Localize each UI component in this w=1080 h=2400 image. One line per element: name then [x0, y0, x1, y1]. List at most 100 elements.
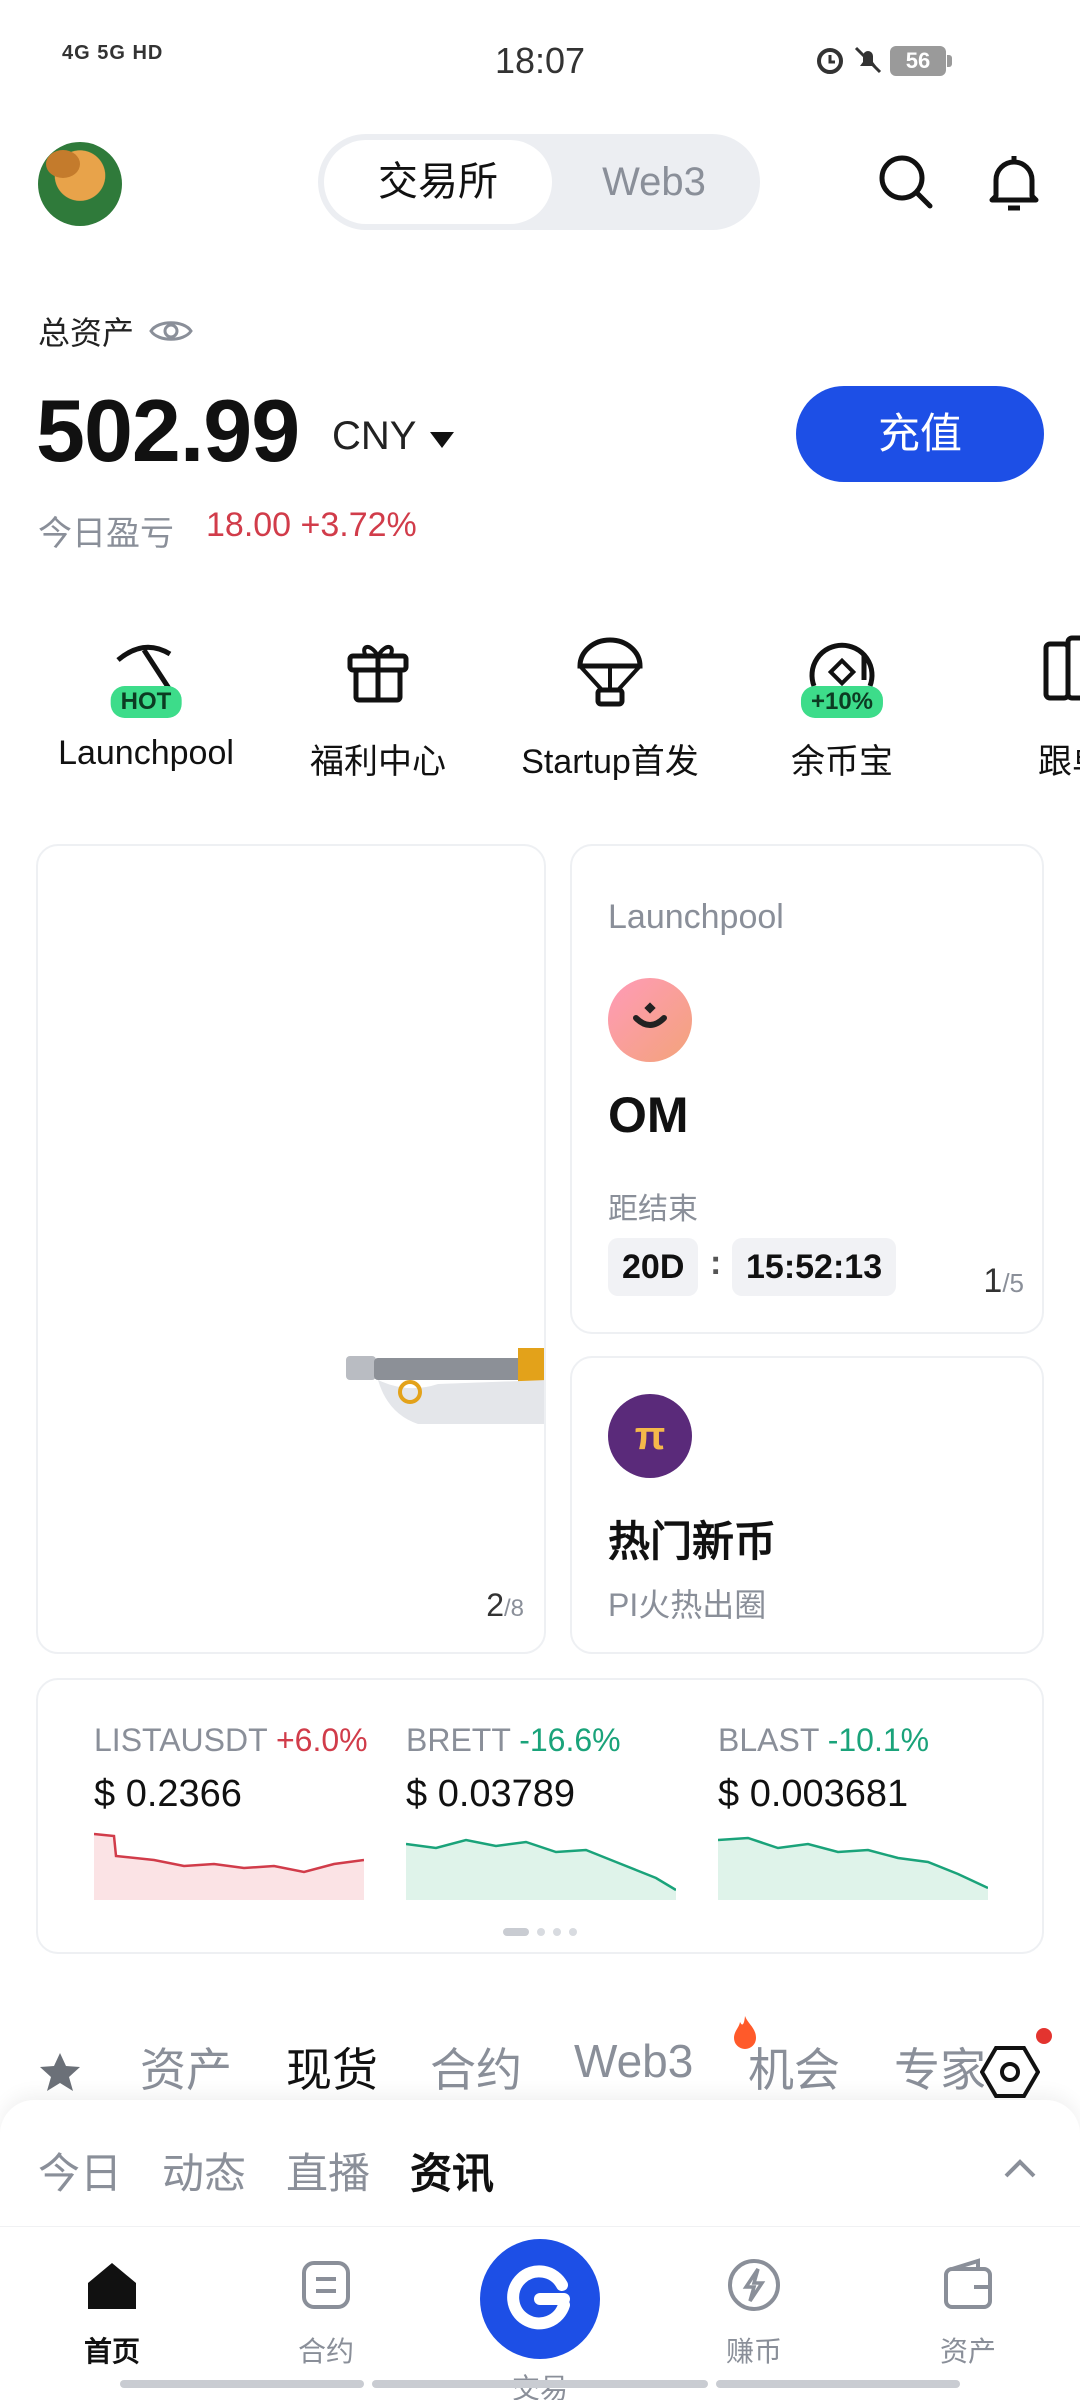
launchpool-card-title: Launchpool: [608, 898, 784, 936]
tab-web3[interactable]: Web3: [554, 140, 754, 224]
shortcut-label: 福利中心: [310, 743, 446, 781]
pi-coin-logo: π: [608, 1394, 692, 1478]
gesture-bar: [372, 2380, 708, 2388]
hot-new-coin-card[interactable]: π 热门新币 PI火热出圈: [570, 1356, 1044, 1654]
hot-badge: HOT: [110, 686, 182, 718]
deposit-button[interactable]: 充值: [796, 386, 1044, 482]
tab-feed[interactable]: 动态: [162, 2140, 246, 2201]
ticker-change: -10.1%: [827, 1722, 930, 1758]
trade-icon: [507, 2265, 570, 2330]
star-icon[interactable]: [38, 2050, 82, 2094]
ticker-carousel[interactable]: LISTAUSDT +6.0% $ 0.2366 BRETT -16.6% $ …: [36, 1678, 1044, 1954]
launchpool-card[interactable]: Launchpool OM 距结束 20D : 15:52:13 1/5: [570, 844, 1044, 1334]
shortcut-label: 余币宝: [791, 743, 893, 781]
nav-label: 合约: [297, 2336, 354, 2367]
shortcut-launchpool[interactable]: HOT Launchpool: [46, 630, 246, 773]
chevron-down-icon[interactable]: [430, 432, 454, 448]
search-icon[interactable]: [874, 150, 938, 214]
nav-contract[interactable]: 合约: [246, 2255, 406, 2370]
ticker-change: -16.6%: [519, 1722, 621, 1758]
apy-badge: +10%: [800, 686, 884, 718]
promo-illustration: [346, 1348, 544, 1424]
settings-icon[interactable]: [980, 2044, 1040, 2100]
banner-pagination: 2/8: [486, 1587, 524, 1623]
shortcut-copy-trade[interactable]: 跟单: [974, 630, 1080, 783]
alarm-icon: [817, 48, 843, 74]
eye-icon[interactable]: [148, 316, 194, 346]
ends-label: 距结束: [608, 1193, 698, 1226]
nav-label: 首页: [83, 2336, 140, 2367]
ticker-item[interactable]: BLAST -10.1% $ 0.003681: [718, 1722, 1008, 1900]
ticker-symbol: LISTAUSDT: [94, 1722, 268, 1758]
currency-selector[interactable]: CNY: [332, 414, 416, 459]
tab-opportunities[interactable]: 机会: [748, 2034, 840, 2100]
gesture-bar: [120, 2380, 364, 2388]
tab-futures[interactable]: 合约: [430, 2034, 522, 2100]
total-assets-label: 总资产: [38, 308, 194, 354]
nav-assets[interactable]: 资产: [888, 2255, 1048, 2370]
tab-assets[interactable]: 资产: [140, 2034, 232, 2100]
tab-experts[interactable]: 专家: [894, 2034, 984, 2100]
nav-earn[interactable]: 赚币: [674, 2255, 834, 2370]
sparkline: [94, 1832, 364, 1900]
shortcut-savings[interactable]: +10% 余币宝: [742, 630, 942, 783]
trade-fab[interactable]: [480, 2239, 600, 2359]
ticker-price: $ 0.003681: [718, 1773, 909, 1815]
tab-news[interactable]: 资讯: [410, 2140, 494, 2201]
exchange-web3-switch[interactable]: 交易所 Web3: [318, 134, 760, 230]
chevron-up-icon[interactable]: [1000, 2148, 1040, 2188]
tab-spot[interactable]: 现货: [286, 2034, 378, 2100]
gift-icon: [347, 645, 409, 703]
bell-icon[interactable]: [982, 150, 1046, 214]
launchpool-pagination: 1/5: [983, 1262, 1024, 1300]
gesture-bar: [716, 2380, 960, 2388]
total-assets-amount: 502.99: [36, 381, 300, 480]
tab-live[interactable]: 直播: [286, 2140, 370, 2201]
home-icon: [88, 2263, 136, 2309]
wallet-icon: [944, 2258, 992, 2309]
ticker-price: $ 0.03789: [406, 1773, 576, 1815]
countdown-time: 15:52:13: [732, 1238, 897, 1296]
shortcut-label: 跟单: [1038, 743, 1080, 781]
copy-trade-icon: [1043, 635, 1080, 701]
shortcut-label: Startup首发: [521, 743, 699, 781]
nav-label: 赚币: [725, 2336, 782, 2367]
avatar[interactable]: [38, 142, 122, 226]
nav-label: 资产: [939, 2336, 996, 2367]
pnl-value: 18.00 +3.72%: [206, 506, 417, 544]
pnl-label: 今日盈亏: [38, 515, 174, 553]
ticker-price: $ 0.2366: [94, 1773, 242, 1815]
ticker-symbol: BRETT: [406, 1722, 511, 1758]
ticker-item[interactable]: BRETT -16.6% $ 0.03789: [406, 1722, 696, 1900]
earn-icon: [728, 2259, 780, 2311]
mute-icon: [854, 46, 882, 74]
shortcut-startup[interactable]: Startup首发: [510, 630, 710, 783]
status-bar: 4G 5G HD 18:07 56: [0, 0, 1080, 120]
carousel-dots: [38, 1928, 1042, 1936]
nav-trade[interactable]: 交易: [460, 2239, 620, 2400]
ticker-item[interactable]: LISTAUSDT +6.0% $ 0.2366: [94, 1722, 384, 1900]
nav-home[interactable]: 首页: [32, 2255, 192, 2370]
om-coin-logo: [608, 978, 692, 1062]
bottom-nav: 首页 合约 交易 赚币 资产: [0, 2226, 1080, 2400]
battery-indicator: 56: [890, 46, 952, 76]
total-assets-text: 总资产: [38, 315, 135, 351]
coin-name: OM: [608, 1087, 689, 1143]
tab-today[interactable]: 今日: [38, 2140, 122, 2201]
shortcut-benefits[interactable]: 福利中心: [278, 630, 478, 783]
ticker-symbol: BLAST: [718, 1722, 819, 1758]
contract-icon: [302, 2261, 350, 2309]
sparkline: [406, 1838, 676, 1900]
parachute-icon: [577, 637, 643, 707]
hot-card-subtitle: PI火热出圈: [608, 1587, 767, 1623]
hot-card-title: 热门新币: [608, 1518, 777, 1565]
notification-dot: [1036, 2028, 1052, 2044]
countdown-days: 20D: [608, 1238, 699, 1296]
sparkline: [718, 1836, 988, 1900]
countdown-separator: :: [710, 1244, 722, 1282]
promo-banner[interactable]: 2/8: [36, 844, 546, 1654]
shortcut-label: Launchpool: [58, 734, 234, 772]
tab-exchange[interactable]: 交易所: [324, 140, 552, 224]
market-tabs: 资产 现货 合约 Web3 机会 专家: [38, 2016, 1052, 2104]
tab-web3[interactable]: Web3: [574, 2034, 693, 2088]
